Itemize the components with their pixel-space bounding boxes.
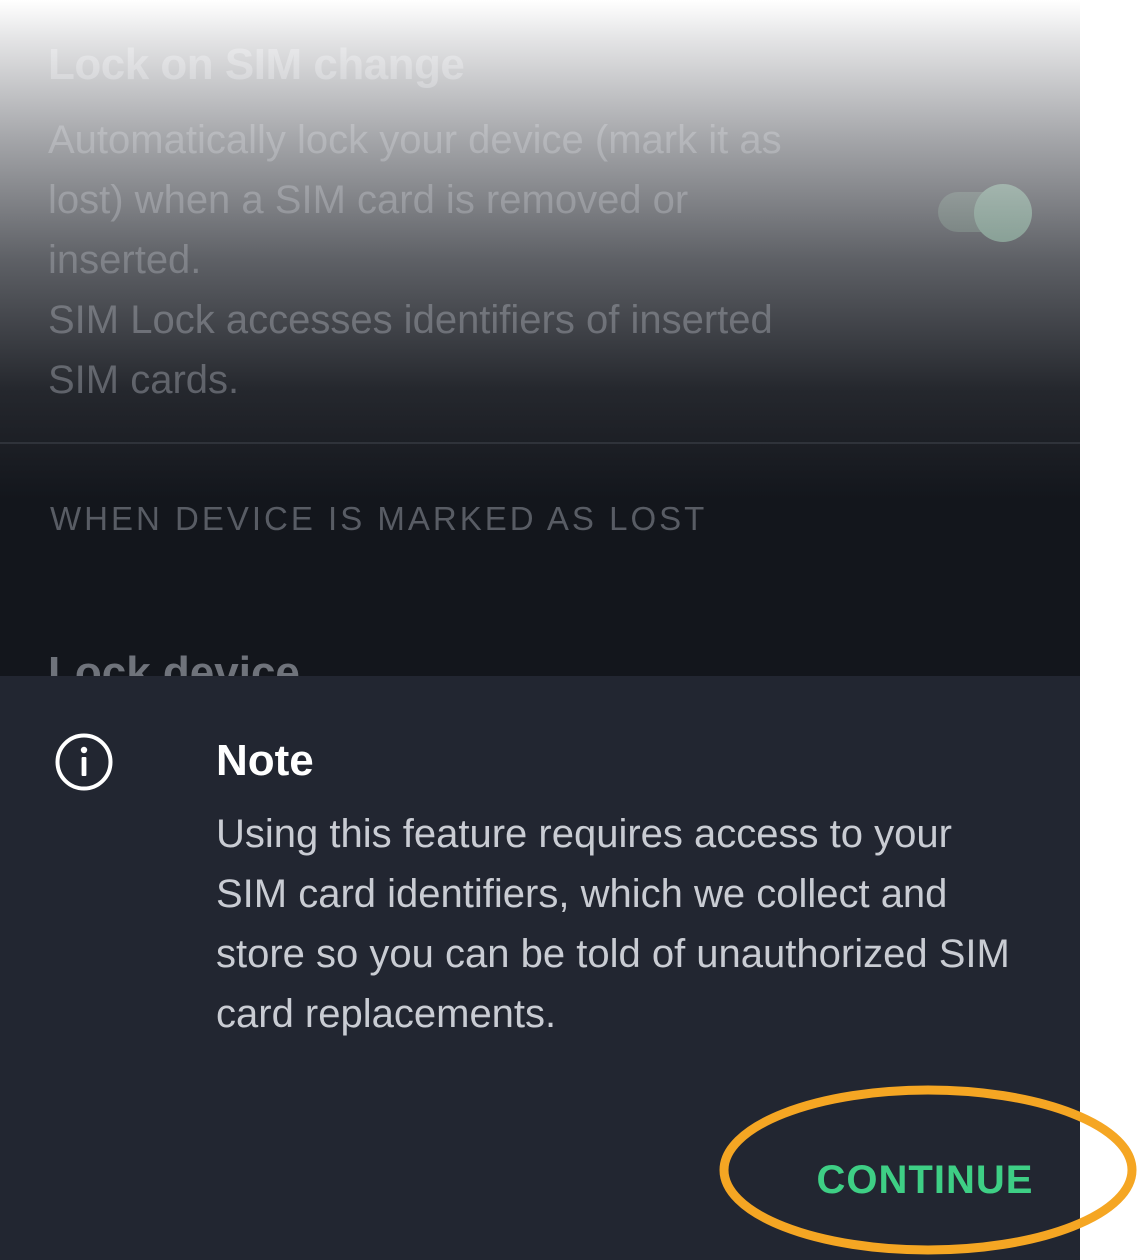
lock-on-sim-change-description-block: Automatically lock your device (mark it …	[48, 110, 828, 410]
lock-on-sim-change-note: SIM Lock accesses identifiers of inserte…	[48, 298, 773, 402]
settings-page: Lock on SIM change Automatically lock yo…	[0, 0, 1080, 697]
phone-screen: Lock on SIM change Automatically lock yo…	[0, 0, 1080, 1260]
continue-button[interactable]: CONTINUE	[800, 1150, 1050, 1210]
info-icon	[55, 733, 113, 791]
section-header-when-lost: WHEN DEVICE IS MARKED AS LOST	[50, 500, 708, 537]
lock-on-sim-change-description: Automatically lock your device (mark it …	[48, 118, 782, 282]
toggle-knob	[974, 184, 1032, 242]
note-title: Note	[216, 736, 314, 785]
note-bottom-sheet: Note Using this feature requires access …	[0, 676, 1080, 1260]
divider	[0, 442, 1080, 444]
lock-on-sim-change-title: Lock on SIM change	[48, 40, 465, 89]
note-body: Using this feature requires access to yo…	[216, 812, 1010, 1036]
lock-on-sim-change-toggle[interactable]	[938, 184, 1032, 242]
